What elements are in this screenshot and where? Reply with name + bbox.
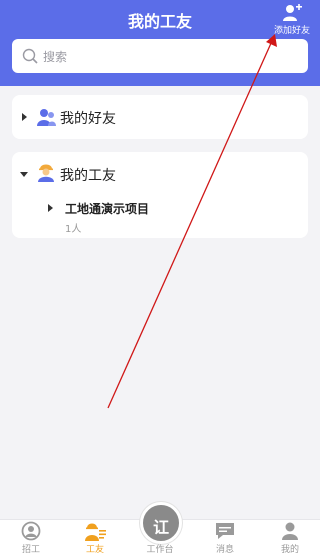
caret-right-icon — [22, 113, 27, 121]
group-card-friends: 我的好友 — [12, 95, 308, 139]
profile-icon — [282, 522, 298, 540]
tab-recruit[interactable]: 招工 — [6, 521, 56, 555]
tab-messages[interactable]: 消息 — [200, 521, 250, 555]
group-label-workmates: 我的工友 — [60, 168, 116, 184]
tab-label-workmates: 工友 — [85, 545, 104, 555]
tab-workmates[interactable]: 工友 — [70, 521, 120, 555]
group-header-workmates[interactable]: 我的工友 — [12, 154, 308, 194]
member-count: 1人 — [65, 224, 82, 235]
tab-label-workbench: 工作台 — [146, 545, 174, 555]
add-friend-button[interactable]: 添加好友 — [272, 4, 312, 36]
search-bar[interactable]: 搜索 — [12, 39, 308, 73]
tab-label-messages: 消息 — [215, 545, 234, 555]
group-label-friends: 我的好友 — [60, 111, 116, 127]
list-item[interactable]: 工地通演示项目 1人 — [12, 198, 308, 238]
search-icon — [22, 48, 38, 64]
add-user-icon — [283, 4, 302, 21]
workbench-icon: 讧 — [152, 518, 169, 537]
recruit-icon — [21, 521, 41, 541]
group-header-friends[interactable]: 我的好友 — [12, 97, 308, 137]
add-friend-label: 添加好友 — [273, 26, 310, 36]
project-name: 工地通演示项目 — [65, 202, 150, 216]
caret-down-icon — [20, 172, 28, 177]
group-card-workmates: 我的工友 工地通演示项目 1人 — [12, 152, 308, 238]
worker-icon — [38, 164, 54, 182]
message-icon — [216, 523, 234, 539]
tab-workbench[interactable]: 工作台 — [135, 541, 185, 555]
friends-icon — [37, 109, 56, 126]
search-placeholder: 搜索 — [43, 50, 68, 64]
caret-right-icon — [48, 204, 53, 212]
tab-label-profile: 我的 — [280, 545, 299, 555]
workmate-icon — [85, 523, 106, 541]
workbench-button[interactable]: 讧 — [140, 502, 182, 544]
tab-label-recruit: 招工 — [21, 545, 40, 555]
tab-profile[interactable]: 我的 — [265, 521, 315, 555]
